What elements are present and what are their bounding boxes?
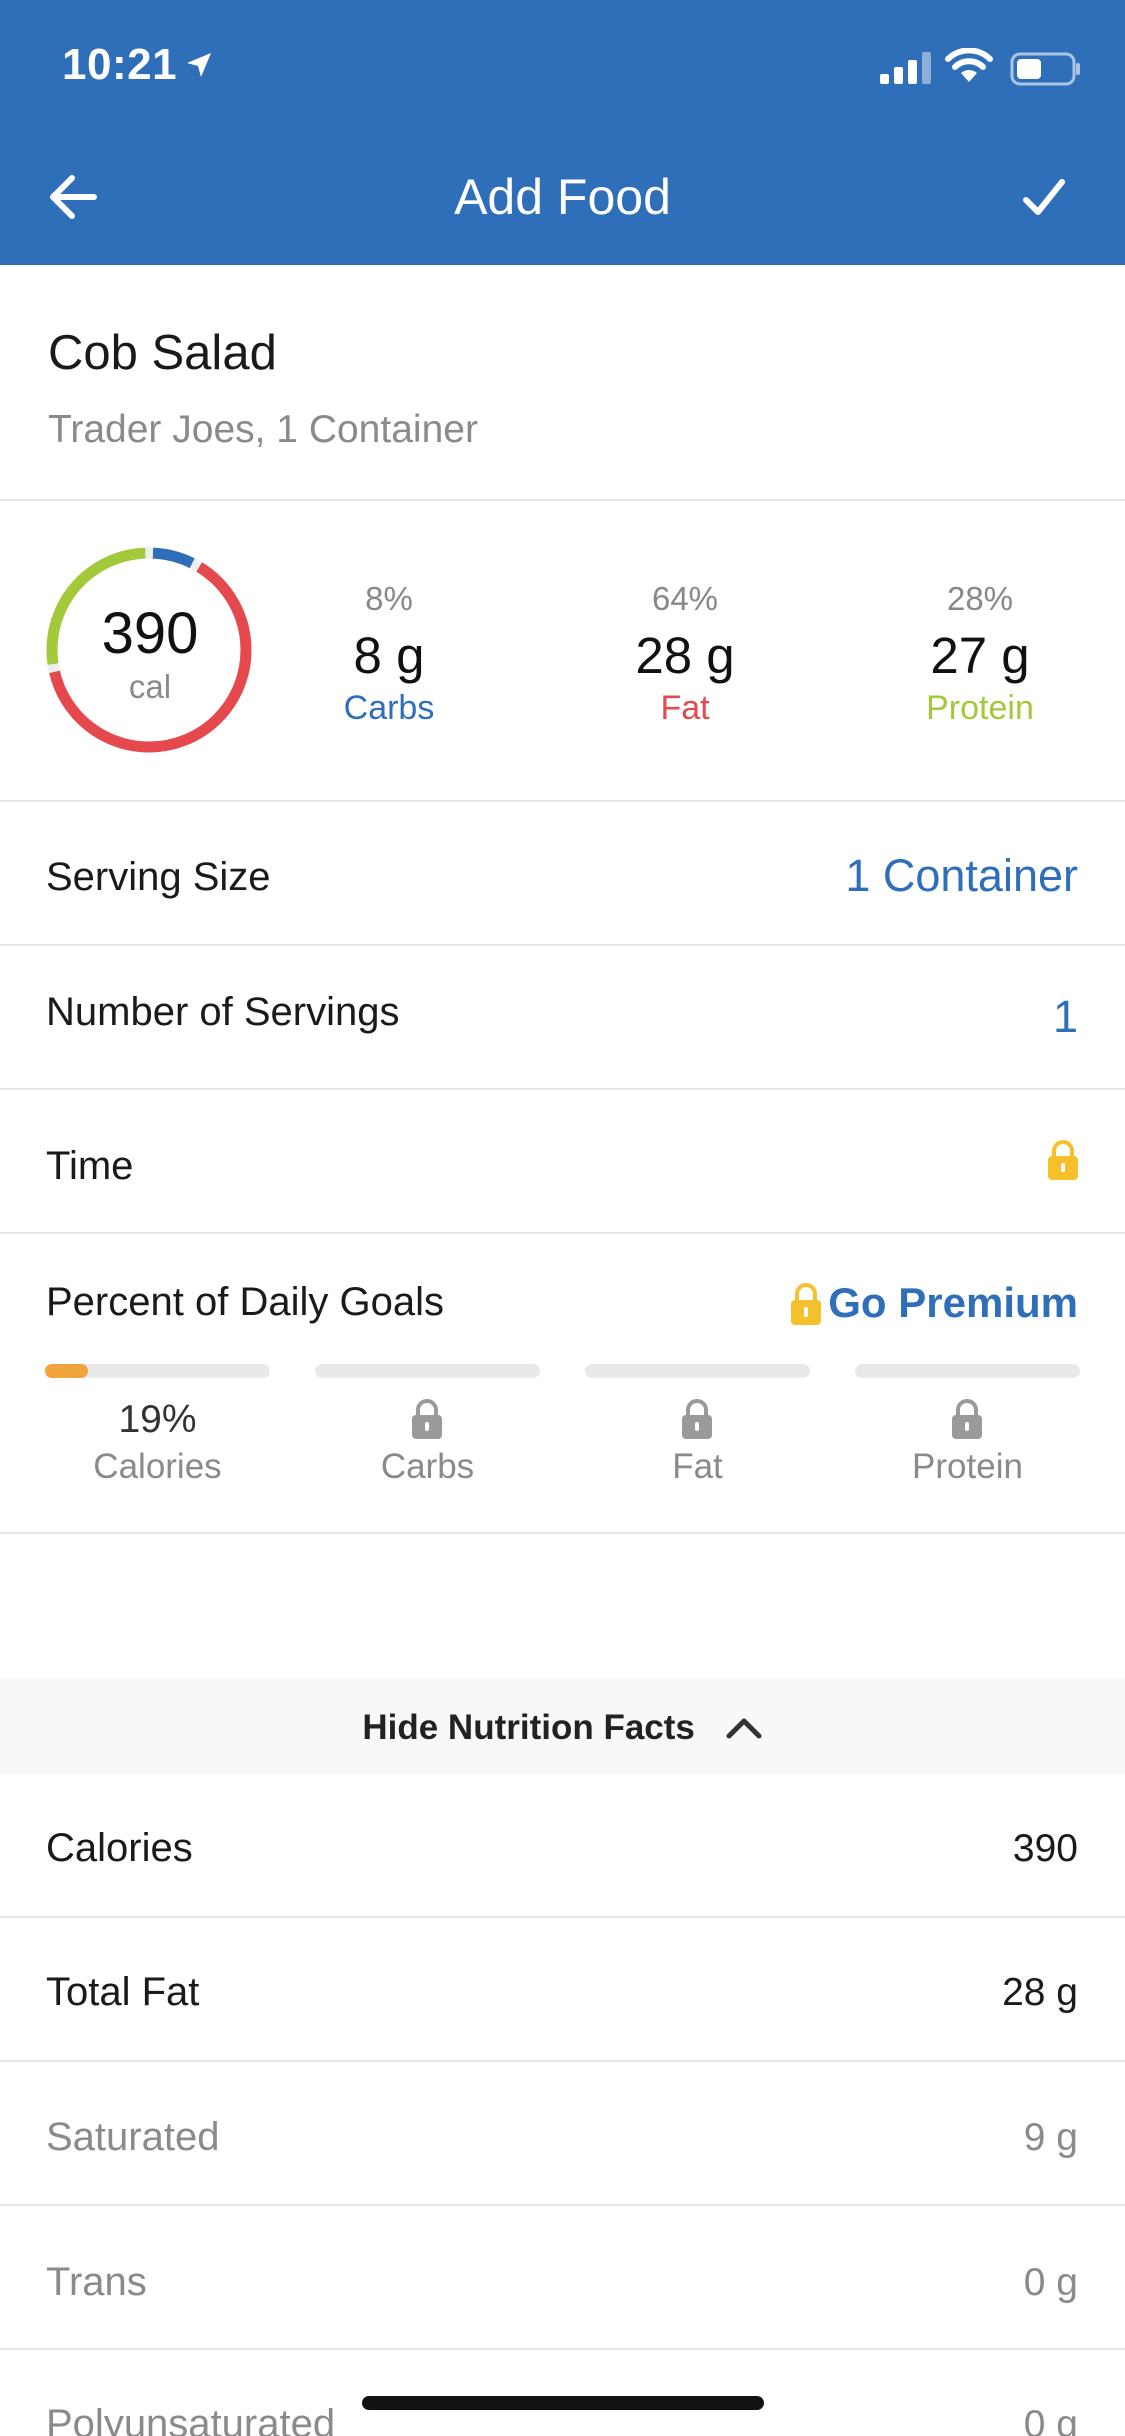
- lock-icon[interactable]: [1046, 1139, 1080, 1181]
- calories-value: 390: [101, 601, 199, 666]
- goal-label-carbs: Carbs: [380, 1447, 475, 1486]
- lock-icon: [952, 1399, 982, 1439]
- macro-fat: 64% 28 g Fat: [575, 580, 795, 728]
- nutrition-label: Trans: [46, 2260, 147, 2304]
- hide-nutrition-facts-button[interactable]: Hide Nutrition Facts: [0, 1706, 1125, 1748]
- food-subtitle: Trader Joes, 1 Container: [48, 408, 478, 451]
- goal-percent-calories: 19%: [118, 1398, 197, 1441]
- divider: [0, 800, 1125, 802]
- nutrition-label: Total Fat: [46, 1970, 200, 2014]
- go-premium-link[interactable]: Go Premium: [828, 1279, 1078, 1327]
- status-time: 10:21: [62, 40, 178, 89]
- nutrition-label: Calories: [46, 1826, 193, 1870]
- macro-percent: 64%: [651, 580, 719, 617]
- nutrition-value: 390: [1012, 1827, 1078, 1870]
- hide-nutrition-facts-label: Hide Nutrition Facts: [362, 1707, 695, 1747]
- macro-grams: 28 g: [635, 627, 735, 684]
- macro-label: Protein: [926, 689, 1034, 727]
- goal-bar-fat: [585, 1364, 810, 1378]
- divider: [0, 1088, 1125, 1090]
- divider: [0, 1916, 1125, 1918]
- serving-size-value[interactable]: 1 Container: [845, 850, 1078, 902]
- macro-label: Fat: [660, 689, 710, 727]
- goal-label-fat: Fat: [672, 1447, 723, 1486]
- goal-bar-protein: [855, 1364, 1080, 1378]
- divider: [0, 1232, 1125, 1234]
- servings-label: Number of Servings: [46, 990, 400, 1034]
- lock-icon: [412, 1399, 442, 1439]
- nutrition-label: Saturated: [46, 2115, 220, 2159]
- goal-bar-carbs: [315, 1364, 540, 1378]
- macro-label: Carbs: [343, 689, 435, 727]
- divider: [0, 499, 1125, 501]
- divider: [0, 944, 1125, 946]
- macro-percent: 8%: [365, 580, 413, 617]
- lock-icon: [682, 1399, 712, 1439]
- goal-label-calories: Calories: [93, 1447, 222, 1486]
- nutrition-value: 0 g: [1023, 2403, 1078, 2436]
- food-name: Cob Salad: [48, 326, 277, 380]
- goal-bar-fill: [45, 1364, 88, 1378]
- nutrition-value: 9 g: [1023, 2116, 1078, 2159]
- macro-grams: 8 g: [353, 627, 425, 684]
- home-indicator: [362, 2396, 764, 2410]
- macro-protein: 28% 27 g Protein: [870, 580, 1090, 728]
- macro-carbs: 8% 8 g Carbs: [279, 580, 499, 728]
- goal-bar-calories: [45, 1364, 270, 1378]
- chevron-up-icon: [726, 1718, 762, 1739]
- serving-size-label: Serving Size: [46, 855, 271, 899]
- confirm-check-icon[interactable]: [1020, 174, 1068, 222]
- macro-percent: 28%: [946, 580, 1014, 617]
- divider: [0, 2348, 1125, 2350]
- wifi-icon: [945, 48, 993, 82]
- page-title: Add Food: [454, 169, 671, 225]
- premium-lock-icon[interactable]: [789, 1282, 823, 1326]
- nutrition-value: 0 g: [1023, 2261, 1078, 2304]
- servings-value[interactable]: 1: [1053, 991, 1078, 1043]
- divider: [0, 2204, 1125, 2206]
- divider: [0, 1532, 1125, 1534]
- divider: [0, 2060, 1125, 2062]
- goal-label-protein: Protein: [912, 1447, 1023, 1486]
- macro-grams: 27 g: [930, 627, 1030, 684]
- app-header: 10:21 Add Food: [0, 0, 1125, 265]
- calories-unit: cal: [128, 668, 172, 705]
- location-arrow-icon: [187, 53, 211, 77]
- battery-icon: [1010, 52, 1080, 86]
- nutrition-label: Polyunsaturated: [46, 2402, 336, 2436]
- daily-goals-title: Percent of Daily Goals: [46, 1280, 444, 1324]
- nutrition-value: 28 g: [1002, 1971, 1078, 2014]
- cellular-signal-icon: [880, 52, 931, 84]
- time-label: Time: [46, 1144, 134, 1188]
